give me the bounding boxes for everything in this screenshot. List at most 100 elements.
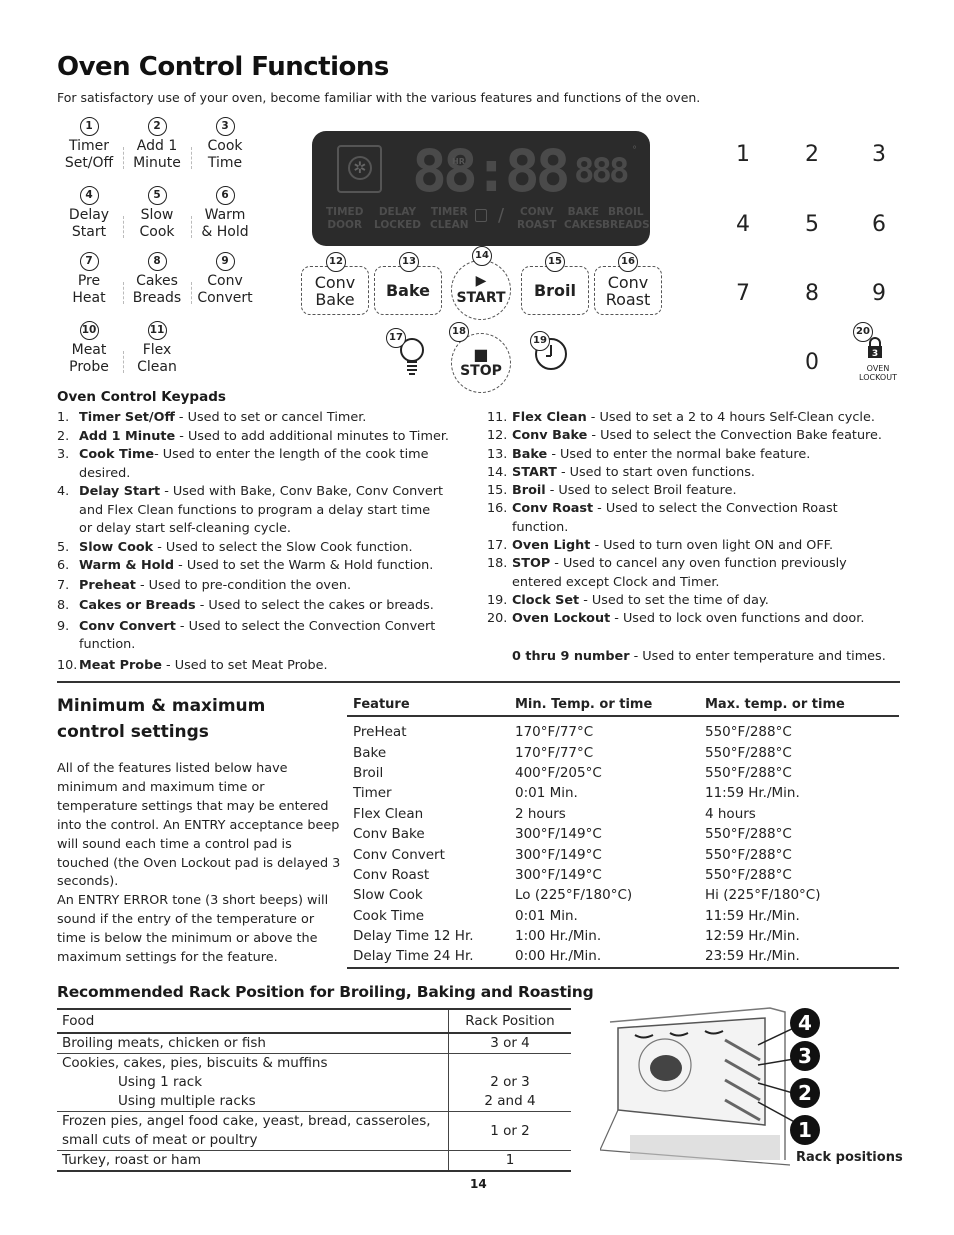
max-cell: 550°F/288°C — [705, 826, 792, 843]
keypad-preheat[interactable]: 7 Pre Heat — [54, 252, 124, 306]
feature-cell: Conv Bake — [353, 826, 425, 843]
number-key-3[interactable]: 3 — [864, 142, 894, 167]
food-text: Using 1 rack — [118, 1074, 203, 1090]
broil-pad[interactable]: Broil — [521, 266, 589, 315]
number-key-0[interactable]: 0 — [797, 350, 827, 375]
number-key-4[interactable]: 4 — [728, 212, 758, 237]
item-number: 10. — [57, 657, 78, 673]
item-text: - Used to enter the normal bake feature. — [547, 446, 811, 462]
feature-cell: Delay Time 12 Hr. — [353, 928, 474, 945]
lock-icon — [475, 209, 487, 222]
item-number: 6. — [57, 558, 70, 573]
conv-bake-pad[interactable]: Conv Bake — [301, 266, 369, 315]
min-cell: Lo (225°F/180°C) — [515, 887, 633, 904]
keypad-label: & Hold — [201, 223, 249, 240]
intro-text: For satisfactory use of your oven, becom… — [57, 90, 701, 105]
divider — [123, 351, 124, 373]
keypad-label: Warm — [204, 207, 246, 223]
item-text: - Used with Bake, Conv Bake, Conv Conver… — [160, 484, 443, 499]
item-term: Cakes or Breads — [79, 598, 196, 613]
table-row: Delay Time 12 Hr. 1:00 Hr./Min. 12:59 Hr./… — [347, 926, 899, 946]
keypad-label: Minute — [133, 154, 181, 171]
keypad-timer-set-off[interactable]: 1 Timer Set/Off — [54, 117, 124, 171]
position-text: 2 and 4 — [484, 1093, 536, 1109]
start-pad[interactable]: ▶ START — [451, 260, 511, 320]
item-number: 9. — [57, 618, 70, 634]
table-header: Food Rack Position — [57, 1010, 571, 1034]
max-cell: 11:59 Hr./Min. — [705, 907, 800, 924]
min-cell: 170°F/77°C — [515, 744, 594, 761]
keypad-flex-clean[interactable]: 11 Flex Clean — [122, 321, 192, 375]
min-cell: 0:01 Min. — [515, 907, 578, 924]
item-number: 11. — [487, 410, 508, 425]
number-key-8[interactable]: 8 — [797, 281, 827, 306]
item-term: Broil — [512, 483, 546, 499]
description-item: 1. Timer Set/Off - Used to set or cancel … — [57, 409, 477, 428]
indicator-label: LOCKED — [374, 219, 421, 231]
item-term: Cook Time — [79, 447, 155, 462]
stop-pad[interactable]: ■ STOP — [451, 333, 511, 393]
keypad-label: Clean — [137, 358, 177, 375]
keypad-cakes-breads[interactable]: 8 Cakes Breads — [122, 252, 192, 306]
feature-cell: Conv Convert — [353, 846, 445, 863]
oven-lockout-label: OVEN LOCKOUT — [853, 364, 903, 382]
table-body: PreHeat 170°F/77°C 550°F/288°C Bake 170°F/77… — [347, 717, 899, 969]
badge-19: 19 — [530, 331, 550, 351]
pad-label: Roast — [605, 289, 651, 309]
keypad-label: Flex — [142, 342, 172, 358]
number-key-1[interactable]: 1 — [728, 142, 758, 167]
descriptions-right: 11. Flex Clean - Used to set a 2 to 4 hou… — [487, 409, 907, 666]
keypad-number: 11 — [147, 321, 167, 340]
item-term: Slow Cook — [79, 539, 154, 555]
number-key-7[interactable]: 7 — [728, 281, 758, 306]
oven-display: ✲ 88:88 HR 888 ° TIMED DOOR DELAY LOCKED T… — [312, 131, 650, 246]
keypad-number: 6 — [215, 186, 235, 205]
table-row: Flex Clean 2 hours 4 hours — [347, 804, 899, 824]
badge-18: 18 — [449, 322, 469, 342]
keypad-label: Slow — [140, 207, 174, 223]
max-cell: 11:59 Hr./Min. — [705, 785, 800, 802]
divider — [191, 216, 192, 238]
item-text: and Flex Clean functions to program a de… — [79, 502, 431, 518]
keypad-label: Start — [71, 223, 107, 240]
keypad-conv-convert[interactable]: 9 Conv Convert — [190, 252, 260, 306]
position-cell: 1 — [505, 1152, 515, 1168]
rack-position-1: 1 — [790, 1115, 820, 1145]
item-number: 19. — [487, 592, 508, 608]
description-item: 7. Preheat - Used to pre-condition the ov… — [57, 577, 477, 596]
keypad-cook-time[interactable]: 3 Cook Time — [190, 117, 260, 171]
feature-cell: PreHeat — [353, 724, 407, 741]
section-divider — [57, 681, 900, 683]
degree-symbol: ° — [632, 145, 637, 156]
minmax-table: Feature Min. Temp. or time Max. temp. or… — [347, 694, 899, 969]
keypad-number: 4 — [79, 186, 99, 205]
pad-label: Conv — [314, 272, 356, 292]
indicator-label: TIMER — [430, 206, 468, 218]
keypad-label: Add 1 — [136, 138, 178, 154]
description-item: 16. Conv Roast - Used to select the Conve… — [487, 500, 907, 537]
table-row: Turkey, roast or ham 1 — [57, 1151, 571, 1170]
rack-position-2: 2 — [790, 1078, 820, 1108]
item-number: 12. — [487, 428, 508, 444]
item-term: Warm & Hold — [79, 558, 175, 573]
item-term: Delay Start — [79, 484, 161, 499]
indicator-label: CLEAN — [430, 219, 469, 231]
keypad-slow-cook[interactable]: 5 Slow Cook — [122, 186, 192, 240]
keypad-add-1-minute[interactable]: 2 Add 1 Minute — [122, 117, 192, 171]
oven-interior-illustration — [599, 1000, 801, 1168]
item-text: - Used to start oven functions. — [556, 464, 755, 480]
keypad-meat-probe[interactable]: 10 Meat Probe — [54, 321, 124, 375]
number-key-2[interactable]: 2 — [797, 142, 827, 167]
bake-pad[interactable]: Bake — [374, 266, 442, 315]
item-text: function. — [512, 519, 569, 535]
item-text: - Used to select the Convection Bake fea… — [587, 428, 882, 444]
keypad-delay-start[interactable]: 4 Delay Start — [54, 186, 124, 240]
number-key-5[interactable]: 5 — [797, 212, 827, 237]
number-key-9[interactable]: 9 — [864, 281, 894, 306]
keypad-warm-hold[interactable]: 6 Warm & Hold — [190, 186, 260, 240]
number-key-6[interactable]: 6 — [864, 212, 894, 237]
rack-table: Food Rack Position Broiling meats, chick… — [57, 1008, 571, 1172]
divider — [191, 282, 192, 304]
conv-roast-pad[interactable]: Conv Roast — [594, 266, 662, 315]
table-row: Conv Convert 300°F/149°C 550°F/288°C — [347, 844, 899, 864]
